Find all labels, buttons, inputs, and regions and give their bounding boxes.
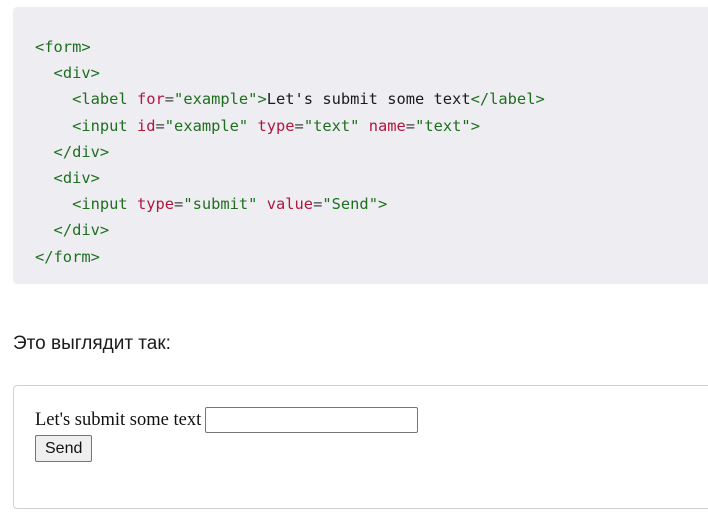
code-token-tag: </div> [53, 221, 110, 240]
code-token-punct: = [405, 116, 416, 135]
code-token-punct: = [164, 90, 175, 109]
code-line: </div> [35, 139, 708, 165]
code-token-val: "example" [164, 116, 249, 135]
example-output-box: Let's submit some text Send [13, 385, 708, 509]
code-token-attr: name [368, 116, 406, 135]
code-token-tag: <label [72, 90, 137, 109]
code-token-tag: <input [72, 195, 137, 214]
code-token-punct: = [155, 116, 165, 135]
code-token-punct: = [313, 195, 323, 214]
code-token-attr: type [257, 116, 295, 135]
example-label[interactable]: Let's submit some text [35, 410, 201, 431]
code-line: <label for="example">Let's submit some t… [35, 86, 708, 112]
send-button[interactable]: Send [35, 435, 93, 462]
code-token-tag: </label> [470, 90, 545, 109]
code-token-tag: </form> [35, 247, 100, 266]
code-token-tag: <form> [35, 38, 91, 56]
code-token-attr: type [136, 195, 175, 214]
code-line: <input type="submit" value="Send"> [35, 191, 708, 217]
code-block: <form> <div> <label for="example">Let's … [13, 7, 708, 284]
code-token-val: "example" [174, 90, 258, 109]
code-token-tag: <input [72, 116, 137, 135]
example-text-input[interactable] [205, 407, 419, 433]
code-token-tag: <div> [53, 64, 100, 83]
code-token-punct: = [174, 195, 184, 214]
code-token-tag: > [257, 90, 267, 109]
code-line: <form> [35, 34, 708, 60]
code-token-val: "Send" [322, 195, 378, 214]
code-line: <div> [35, 60, 708, 86]
code-token-val: "text" [303, 116, 360, 135]
code-token-val: "text" [415, 116, 471, 135]
code-line: </form> [35, 244, 708, 270]
example-row-label-input: Let's submit some text [35, 406, 708, 434]
code-token-attr: id [136, 116, 156, 135]
code-token-tag: <div> [53, 168, 100, 187]
example-row-button: Send [35, 434, 708, 462]
code-line: </div> [35, 217, 708, 243]
code-token-attr: value [266, 195, 314, 214]
code-lines: <form> <div> <label for="example">Let's … [35, 34, 708, 270]
code-token-val: "submit" [183, 195, 258, 214]
code-token-punct: = [294, 116, 304, 135]
code-token-tag: </div> [53, 142, 110, 161]
code-line: <div> [35, 165, 708, 191]
code-line: <input id="example" type="text" name="te… [35, 113, 708, 139]
code-token-attr: for [136, 90, 165, 109]
code-token-txt: Let's submit some text [266, 90, 471, 109]
code-token-tag: > [470, 116, 480, 135]
description-text: Это выглядит так: [13, 333, 171, 354]
code-token-tag: > [377, 195, 388, 214]
